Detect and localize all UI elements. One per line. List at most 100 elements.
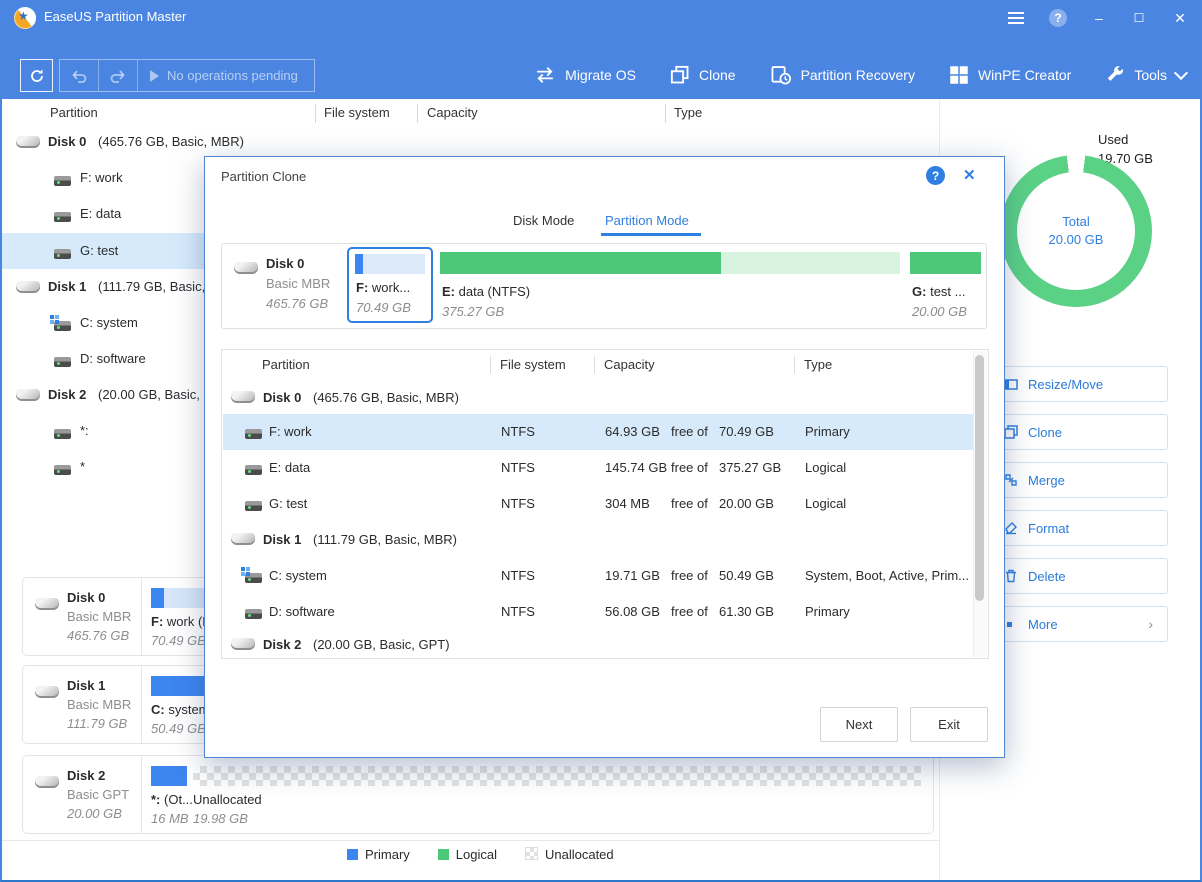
segment-size: 70.49 GB — [356, 300, 411, 315]
partition-icon — [54, 212, 71, 222]
segment-bar-used — [355, 254, 363, 274]
dialog-scrollbar[interactable] — [973, 351, 987, 657]
refresh-button[interactable] — [20, 59, 53, 92]
dlg-disk-name: Disk 1 — [263, 532, 301, 547]
card-partition-size: 70.49 GB — [151, 633, 206, 648]
tree-disk-details: (465.76 GB, Basic, MBR) — [98, 134, 244, 149]
more-button[interactable]: More › — [990, 606, 1168, 642]
dlg-cell-free: 304 MB — [605, 496, 650, 511]
delete-button[interactable]: Delete — [990, 558, 1168, 594]
tree-disk-name: Disk 1 — [48, 279, 86, 294]
dlg-row-d-software[interactable]: D: software NTFS 56.08 GB free of 61.30 … — [223, 594, 974, 630]
dialog-help-button[interactable]: ? — [926, 166, 945, 185]
dlg-group-disk0[interactable]: Disk 0 (465.76 GB, Basic, MBR) — [223, 380, 974, 416]
dlg-cell-fs: NTFS — [501, 460, 535, 475]
card-partition-label: C: system — [151, 702, 210, 717]
partition-icon — [245, 609, 262, 619]
winpe-creator-button[interactable]: WinPE Creator — [949, 65, 1071, 85]
format-button[interactable]: Format — [990, 510, 1168, 546]
help-button[interactable]: ? — [1044, 6, 1072, 30]
tab-partition-mode[interactable]: Partition Mode — [605, 213, 689, 228]
column-divider — [594, 356, 595, 374]
help-icon: ? — [1049, 9, 1067, 27]
pending-operations-label: No operations pending — [167, 68, 298, 83]
tree-group-disk0[interactable]: Disk 0 (465.76 GB, Basic, MBR) — [2, 124, 939, 160]
donut-center-label: Total 20.00 GB — [1000, 155, 1152, 307]
clone-button[interactable]: Clone — [670, 65, 736, 85]
partition-bar-used — [151, 588, 164, 608]
column-divider — [490, 356, 491, 374]
disk-icon — [35, 776, 59, 788]
migrate-os-label: Migrate OS — [565, 67, 636, 83]
dlg-cell-total: 20.00 GB — [719, 496, 774, 511]
dlg-cell-freeof: free of — [671, 568, 708, 583]
dlg-group-disk1[interactable]: Disk 1 (111.79 GB, Basic, MBR) — [223, 522, 974, 558]
strip-disk-type: Basic MBR — [266, 276, 330, 291]
disk-icon — [35, 686, 59, 698]
next-button[interactable]: Next — [820, 707, 898, 742]
clone-label: Clone — [699, 67, 736, 83]
dialog-close-button[interactable]: ✕ — [963, 166, 976, 184]
maximize-button[interactable]: ☐ — [1125, 6, 1153, 30]
partition-icon — [245, 501, 262, 511]
system-partition-icon — [245, 573, 262, 583]
legend-primary: Primary — [347, 847, 410, 862]
pending-operations[interactable]: No operations pending — [138, 68, 298, 83]
dlg-row-c-system[interactable]: C: system NTFS 19.71 GB free of 50.49 GB… — [223, 558, 974, 594]
resize-move-button[interactable]: Resize/Move — [990, 366, 1168, 402]
windows-badge-icon — [241, 567, 250, 576]
dlg-cell-type: Logical — [805, 460, 846, 475]
segment-label: F: work... — [356, 280, 410, 295]
minimize-button[interactable]: – — [1085, 6, 1113, 30]
dlg-cell-fs: NTFS — [501, 424, 535, 439]
dlg-col-filesystem[interactable]: File system — [500, 357, 566, 372]
tab-disk-mode[interactable]: Disk Mode — [513, 213, 574, 228]
card-partition-size: 16 MB — [151, 811, 189, 826]
strip-segment-e[interactable]: E: data (NTFS) 375.27 GB — [440, 244, 900, 328]
total-value: 20.00 GB — [1049, 231, 1104, 249]
more-label: More — [1028, 617, 1058, 632]
dlg-row-e-data[interactable]: E: data NTFS 145.74 GB free of 375.27 GB… — [223, 450, 974, 486]
tree-item-label: *: — [80, 423, 89, 438]
disk-strip: Disk 0 Basic MBR 465.76 GB F: work... 70… — [221, 243, 987, 329]
partition-icon — [54, 429, 71, 439]
dlg-row-g-test[interactable]: G: test NTFS 304 MB free of 20.00 GB Log… — [223, 486, 974, 522]
operation-list-button[interactable] — [1002, 6, 1030, 30]
disk-icon — [16, 281, 40, 293]
card-disk-name: Disk 0 — [67, 590, 105, 605]
delete-label: Delete — [1028, 569, 1066, 584]
scrollbar-thumb[interactable] — [975, 355, 984, 601]
dlg-cell-fs: NTFS — [501, 496, 535, 511]
partition-recovery-button[interactable]: Partition Recovery — [770, 65, 915, 85]
dialog-title: Partition Clone — [221, 169, 306, 184]
migrate-os-button[interactable]: Migrate OS — [534, 66, 636, 84]
main-col-capacity[interactable]: Capacity — [427, 105, 478, 120]
strip-segment-g[interactable]: G: test ... 20.00 GB — [910, 244, 981, 328]
card-disk-name: Disk 1 — [67, 678, 105, 693]
main-col-type[interactable]: Type — [674, 105, 702, 120]
undo-button[interactable] — [60, 60, 99, 91]
merge-button[interactable]: Merge — [990, 462, 1168, 498]
close-button[interactable]: ✕ — [1166, 6, 1194, 30]
disk-icon — [231, 638, 255, 650]
app-title: EaseUS Partition Master — [44, 9, 186, 24]
main-col-partition[interactable]: Partition — [50, 105, 98, 120]
dlg-col-partition[interactable]: Partition — [262, 357, 310, 372]
unallocated-bar[interactable] — [193, 766, 921, 786]
partition-bar-star[interactable] — [151, 766, 187, 786]
dlg-col-type[interactable]: Type — [804, 357, 832, 372]
disk-icon — [234, 262, 258, 274]
strip-segment-f-selected[interactable]: F: work... 70.49 GB — [347, 247, 433, 323]
dlg-group-disk2[interactable]: Disk 2 (20.00 GB, Basic, GPT) — [223, 630, 974, 658]
dlg-row-f-work-selected[interactable]: F: work NTFS 64.93 GB free of 70.49 GB P… — [223, 414, 974, 450]
redo-button[interactable] — [99, 60, 138, 91]
column-divider — [315, 104, 316, 123]
clone-action-button[interactable]: Clone — [990, 414, 1168, 450]
card-disk-size: 20.00 GB — [67, 806, 122, 821]
main-col-filesystem[interactable]: File system — [324, 105, 390, 120]
tools-button[interactable]: Tools — [1105, 65, 1186, 85]
dlg-col-capacity[interactable]: Capacity — [604, 357, 655, 372]
disk-card-2[interactable]: Disk 2 Basic GPT 20.00 GB *: (Ot... 16 M… — [22, 755, 934, 834]
clone-action-icon — [1004, 425, 1018, 439]
exit-button[interactable]: Exit — [910, 707, 988, 742]
